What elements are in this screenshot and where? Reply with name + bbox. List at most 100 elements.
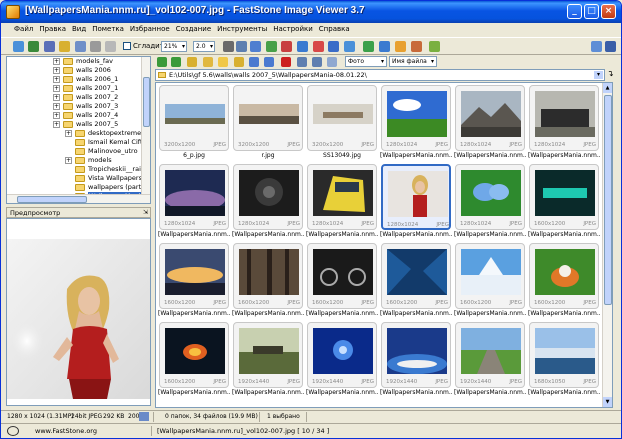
tree-item[interactable]: + models	[7, 156, 150, 165]
redeye-icon[interactable]	[281, 41, 292, 52]
menu-item-0[interactable]: Файл	[11, 23, 36, 33]
thumbnail-item[interactable]: 3200x1200 JPEG 6_p.jpg	[158, 85, 230, 161]
collapse-preview-button[interactable]: ⇲	[143, 209, 148, 216]
maximize-button[interactable]: □	[584, 4, 599, 19]
page-select[interactable]: 2.0	[193, 41, 215, 52]
folder-icon[interactable]	[59, 41, 70, 52]
open-icon[interactable]	[13, 41, 24, 52]
move-to-icon[interactable]	[264, 57, 274, 67]
up-folder-icon[interactable]	[187, 57, 197, 67]
favorites-icon[interactable]	[203, 57, 213, 67]
menu-item-4[interactable]: Избранное	[127, 23, 173, 33]
details-view-icon[interactable]	[312, 57, 322, 67]
thumbnail-frame[interactable]: 1680x1050 JPEG	[529, 322, 599, 388]
tree-item[interactable]: + walls 2007_2	[7, 93, 150, 102]
menu-item-5[interactable]: Создание	[173, 23, 214, 33]
save-icon[interactable]	[28, 41, 39, 52]
tree-horizontal-scrollbar[interactable]	[7, 194, 150, 203]
expand-icon[interactable]: +	[65, 130, 72, 137]
thumbnail-item[interactable]: 1600x1200 JPEG [WallpapersMania.nnm...	[380, 243, 452, 319]
file-filter-select[interactable]: Фото	[345, 56, 387, 67]
thumbnail-item[interactable]: 1600x1200 JPEG [WallpapersMania.nnm...	[158, 322, 230, 398]
thumbnail-item[interactable]: 1600x1200 JPEG [WallpapersMania.nnm...	[306, 243, 378, 319]
star-icon[interactable]	[218, 57, 228, 67]
thumbnail-frame[interactable]: 1280x1024 JPEG	[529, 85, 599, 151]
tree-item[interactable]: + walls 2007_1	[7, 84, 150, 93]
thumbnail-item[interactable]: 1280x1024 JPEG [WallpapersMania.nnm...	[454, 164, 526, 240]
menu-item-6[interactable]: Инструменты	[214, 23, 270, 33]
favorite-icon[interactable]	[429, 41, 440, 52]
browser-vertical-scrollbar[interactable]: ▲ ▼	[602, 83, 612, 407]
tree-item[interactable]: + walls 2006	[7, 66, 150, 75]
scroll-down-icon[interactable]: ▼	[603, 397, 612, 407]
thumbnail-item[interactable]: 1280x1024 JPEG [WallpapersMania.nnm...	[232, 164, 304, 240]
delete-icon[interactable]	[281, 57, 291, 67]
thumbnail-item[interactable]: 1280x1024 JPEG [WallpapersMania.nnm...	[454, 85, 526, 161]
crop-icon[interactable]	[250, 41, 261, 52]
menu-item-3[interactable]: Пометка	[89, 23, 127, 33]
thumbnail-item[interactable]: 1280x1024 JPEG [WallpapersMania.nnm...	[158, 164, 230, 240]
expand-icon[interactable]: +	[53, 76, 60, 83]
thumbnail-item[interactable]: 3200x1200 JPEG SS13049.jpg	[306, 85, 378, 161]
zoom-select[interactable]: 21%	[161, 41, 187, 52]
tree-item[interactable]: Malinovoe_utro	[7, 147, 150, 156]
expand-icon[interactable]: +	[65, 157, 72, 164]
thumbnail-item[interactable]: 1280x1024 JPEG [WallpapersMania.nnm...	[380, 85, 452, 161]
thumbnail-frame[interactable]: 1600x1200 JPEG	[381, 243, 451, 309]
expand-icon[interactable]: +	[53, 94, 60, 101]
chevron-down-icon[interactable]: ▾	[594, 71, 603, 79]
menu-item-1[interactable]: Правка	[36, 23, 69, 33]
thumbnail-frame[interactable]: 1920x1440 JPEG	[307, 322, 377, 388]
thumbnail-item[interactable]: 1600x1200 JPEG [WallpapersMania.nnm...	[528, 243, 600, 319]
thumbnail-item[interactable]: 1600x1200 JPEG [WallpapersMania.nnm...	[158, 243, 230, 319]
adjust-icon[interactable]	[313, 41, 324, 52]
tree-item[interactable]: + desktopextreme.o...	[7, 129, 150, 138]
thumbnail-item[interactable]: 1600x1200 JPEG [WallpapersMania.nnm...	[454, 243, 526, 319]
copy-to-icon[interactable]	[249, 57, 259, 67]
thumbnail-frame[interactable]: 1920x1440 JPEG	[233, 322, 303, 388]
list-view-icon[interactable]	[327, 57, 337, 67]
tree-item[interactable]: Ismail Kemal Ciftci	[7, 138, 150, 147]
tree-item[interactable]: wallpapers (part 6	[7, 183, 150, 192]
minimize-button[interactable]: _	[567, 4, 582, 19]
status-website[interactable]: www.FastStone.org	[35, 427, 97, 435]
thumbnail-frame[interactable]: 1280x1024 JPEG	[455, 85, 525, 151]
thumbnail-frame[interactable]: 1280x1024 JPEG	[381, 164, 451, 230]
resize-icon[interactable]	[266, 41, 277, 52]
expand-icon[interactable]: +	[53, 67, 60, 74]
select-icon[interactable]	[236, 41, 247, 52]
thumbnail-frame[interactable]: 3200x1200 JPEG	[159, 85, 229, 151]
scroll-up-icon[interactable]: ▲	[603, 83, 612, 93]
compare-icon[interactable]	[344, 41, 355, 52]
hand-icon[interactable]	[223, 41, 234, 52]
slideshow-icon[interactable]	[363, 41, 374, 52]
tree-item[interactable]: + models_fav	[7, 57, 150, 66]
thumbnail-item[interactable]: 1920x1440 JPEG [WallpapersMania.nnm...	[454, 322, 526, 398]
thumbnail-frame[interactable]: 1280x1024 JPEG	[381, 85, 451, 151]
thumbnail-frame[interactable]: 1280x1024 JPEG	[233, 164, 303, 230]
tree-vertical-scrollbar[interactable]	[141, 57, 150, 203]
thumbnail-frame[interactable]: 1600x1200 JPEG	[529, 243, 599, 309]
address-go-button[interactable]: ↴	[607, 69, 619, 81]
tree-item[interactable]: Vista Wallpapers(p	[7, 174, 150, 183]
thumbnail-frame[interactable]: 1600x1200 JPEG	[159, 243, 229, 309]
thumbnail-frame[interactable]: 1600x1200 JPEG	[307, 243, 377, 309]
thumbnail-item[interactable]: 1600x1200 JPEG [WallpapersMania.nnm...	[232, 243, 304, 319]
smooth-checkbox[interactable]	[123, 42, 131, 50]
tree-item[interactable]: + walls 2007_5	[7, 120, 150, 129]
title-bar[interactable]: [WallpapersMania.nnm.ru]_vol102-007.jpg …	[1, 1, 621, 23]
lighting-icon[interactable]	[328, 41, 339, 52]
thumbnail-item[interactable]: 1280x1024 JPEG [WallpapersMania.nnm...	[528, 85, 600, 161]
thumbnail-item[interactable]: 1600x1200 JPEG [WallpapersMania.nnm...	[528, 164, 600, 240]
scroll-thumb[interactable]	[604, 95, 612, 305]
thumbnail-frame[interactable]: 1600x1200 JPEG	[233, 243, 303, 309]
expand-icon[interactable]: +	[53, 85, 60, 92]
close-button[interactable]: ×	[601, 4, 616, 19]
tree-item[interactable]: + walls 2006_1	[7, 75, 150, 84]
forward-icon[interactable]	[171, 57, 181, 67]
exit-icon[interactable]	[605, 41, 616, 52]
menu-item-2[interactable]: Вид	[69, 23, 89, 33]
thumbnail-frame[interactable]: 1280x1024 JPEG	[159, 164, 229, 230]
tree-item[interactable]: Tropicheskii__rai	[7, 165, 150, 174]
layout-icon[interactable]	[591, 41, 602, 52]
